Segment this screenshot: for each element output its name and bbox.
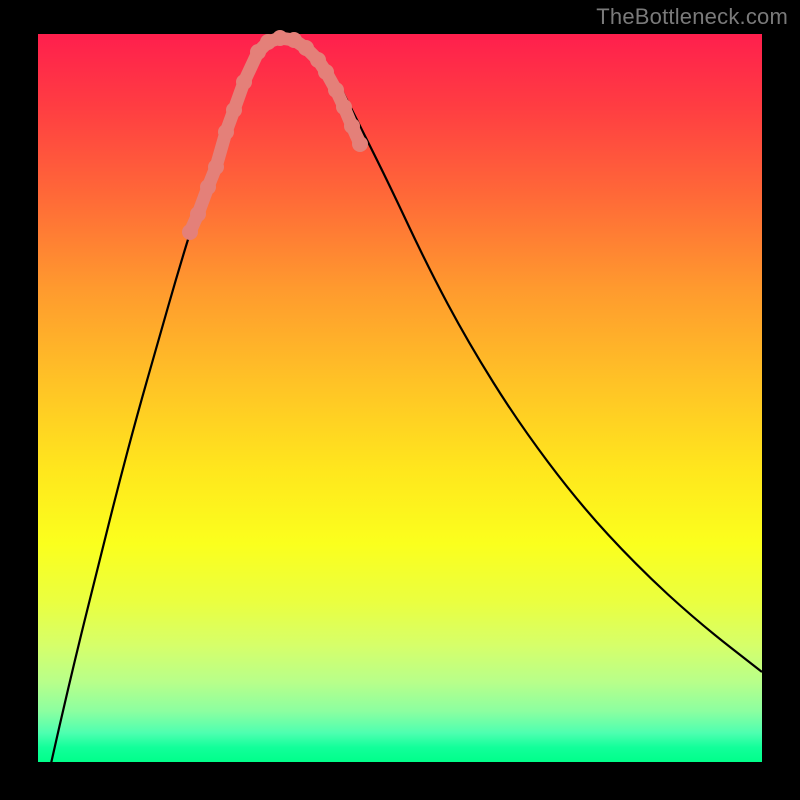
app-frame: TheBottleneck.com (0, 0, 800, 800)
watermark-text: TheBottleneck.com (596, 4, 788, 30)
bottleneck-curve-path (38, 37, 762, 800)
marker-group (182, 30, 368, 240)
chart-plot-area (38, 34, 762, 762)
marker-dot (352, 136, 368, 152)
chart-svg (38, 34, 762, 762)
